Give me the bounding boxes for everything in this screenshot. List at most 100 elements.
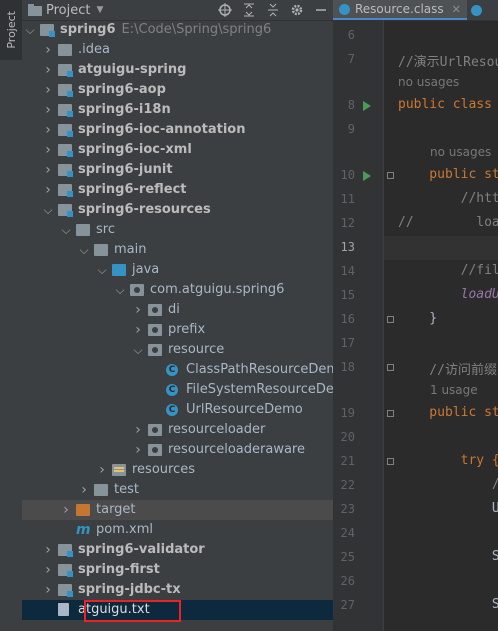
- minimize-icon[interactable]: [309, 0, 333, 20]
- tree-item[interactable]: › spring6-reflect: [22, 180, 333, 200]
- class-icon: C: [166, 404, 178, 416]
- chevron-right-icon[interactable]: ›: [42, 40, 54, 60]
- tree-item[interactable]: ⌵ com.atguigu.spring6: [22, 280, 333, 300]
- class-icon: C: [166, 384, 178, 396]
- code-line: 8 public class: [333, 94, 498, 118]
- tree-item[interactable]: C ClassPathResourceDemo: [22, 360, 333, 380]
- usage-hint-text[interactable]: 1 usage: [430, 383, 478, 397]
- tree-item-label: .idea: [78, 42, 110, 57]
- chevron-down-icon[interactable]: ⌵: [78, 240, 90, 260]
- tree-item[interactable]: › spring6-aop: [22, 80, 333, 100]
- chevron-right-icon[interactable]: ›: [132, 300, 144, 320]
- project-tool-tab[interactable]: Project: [0, 0, 22, 60]
- tree-item[interactable]: › resources: [22, 460, 333, 480]
- tab-next[interactable]: [467, 0, 486, 20]
- tree-item[interactable]: ⌵ resource: [22, 340, 333, 360]
- module-path: E:\Code\Spring\spring6: [121, 22, 272, 37]
- fold-icon[interactable]: [387, 316, 394, 323]
- chevron-down-icon[interactable]: ⌵: [114, 280, 126, 300]
- tree-item-label: spring6-ioc-xml: [78, 142, 192, 157]
- tree-item-label: prefix: [168, 322, 206, 337]
- tree-item[interactable]: ⌵ main: [22, 240, 333, 260]
- expand-all-icon[interactable]: [237, 0, 261, 20]
- code-line: 22 /: [333, 474, 498, 498]
- chevron-right-icon[interactable]: ›: [78, 480, 90, 500]
- usage-hint-text[interactable]: no usages: [430, 145, 491, 159]
- chevron-right-icon[interactable]: ›: [42, 160, 54, 180]
- chevron-right-icon[interactable]: ›: [42, 60, 54, 80]
- chevron-right-icon[interactable]: ›: [42, 80, 54, 100]
- tree-item[interactable]: › .idea: [22, 40, 333, 60]
- line-number: 23: [340, 502, 355, 516]
- tree-item[interactable]: ⌵ spring6-resources: [22, 200, 333, 220]
- tree-item-label: main: [114, 242, 147, 257]
- folder-icon: [58, 44, 72, 56]
- tree-item[interactable]: › resourceloaderaware: [22, 440, 333, 460]
- tree-item[interactable]: › spring-first: [22, 560, 333, 580]
- code-text: S: [398, 597, 498, 612]
- chevron-right-icon[interactable]: ›: [42, 560, 54, 580]
- fold-icon[interactable]: [387, 458, 394, 465]
- tree-item[interactable]: › spring6-i18n: [22, 100, 333, 120]
- tree-item[interactable]: ⌵ java: [22, 260, 333, 280]
- tree-item-label: spring6-aop: [78, 82, 166, 97]
- chevron-right-icon[interactable]: ›: [132, 320, 144, 340]
- fold-icon[interactable]: [387, 172, 394, 179]
- tree-item[interactable]: › spring6-validator: [22, 540, 333, 560]
- tree-item[interactable]: › resourceloader: [22, 420, 333, 440]
- module-folder-icon: [58, 184, 73, 197]
- tree-item[interactable]: ⌵ spring6 E:\Code\Spring\spring6: [22, 20, 333, 40]
- run-icon[interactable]: [363, 101, 371, 111]
- tree-item[interactable]: › prefix: [22, 320, 333, 340]
- tree-item[interactable]: › test: [22, 480, 333, 500]
- run-icon[interactable]: [363, 171, 371, 181]
- chevron-right-icon[interactable]: ›: [132, 420, 144, 440]
- chevron-right-icon[interactable]: ›: [42, 580, 54, 600]
- chevron-down-icon[interactable]: ▼: [96, 5, 103, 15]
- usage-hint-text[interactable]: no usages: [398, 75, 459, 89]
- tree-item[interactable]: C FileSystemResourceDemo: [22, 380, 333, 400]
- code-line: 13: [333, 236, 498, 260]
- tree-item[interactable]: › spring6-ioc-xml: [22, 140, 333, 160]
- tree-item[interactable]: › target: [22, 500, 333, 520]
- chevron-down-icon[interactable]: ⌵: [60, 220, 72, 240]
- code-text: loadU: [398, 287, 498, 302]
- tree-item[interactable]: › spring-jdbc-tx: [22, 580, 333, 600]
- chevron-right-icon[interactable]: ›: [42, 540, 54, 560]
- fold-icon[interactable]: [387, 410, 394, 417]
- package-icon: [148, 344, 162, 356]
- tree-item[interactable]: › di: [22, 300, 333, 320]
- selection-highlight-box: [84, 600, 181, 622]
- line-number: 16: [340, 312, 355, 326]
- collapse-all-icon[interactable]: [261, 0, 285, 20]
- close-icon[interactable]: ✕: [452, 3, 461, 16]
- tree-item[interactable]: m pom.xml: [22, 520, 333, 540]
- chevron-down-icon[interactable]: ⌵: [132, 340, 144, 360]
- panel-title[interactable]: Project: [46, 3, 90, 18]
- chevron-right-icon[interactable]: ›: [96, 460, 108, 480]
- gear-icon[interactable]: [285, 0, 309, 20]
- tree-item-label: spring-first: [78, 562, 160, 577]
- chevron-down-icon[interactable]: ⌵: [42, 200, 54, 220]
- usage-hint: no usages: [333, 142, 498, 164]
- chevron-right-icon[interactable]: ›: [42, 140, 54, 160]
- tree-item[interactable]: C UrlResourceDemo: [22, 400, 333, 420]
- tree-item[interactable]: ⌵ src: [22, 220, 333, 240]
- tree-item[interactable]: › spring6-junit: [22, 160, 333, 180]
- tree-item[interactable]: › atguigu-spring: [22, 60, 333, 80]
- chevron-right-icon[interactable]: ›: [42, 100, 54, 120]
- locate-icon[interactable]: [213, 0, 237, 20]
- chevron-down-icon[interactable]: ⌵: [24, 20, 36, 40]
- chevron-down-icon[interactable]: ⌵: [96, 260, 108, 280]
- line-number: 7: [347, 52, 355, 66]
- chevron-right-icon[interactable]: ›: [42, 180, 54, 200]
- chevron-right-icon[interactable]: ›: [42, 120, 54, 140]
- code-text: public st: [398, 167, 498, 182]
- chevron-right-icon[interactable]: ›: [132, 440, 144, 460]
- tree-item[interactable]: › spring6-ioc-annotation: [22, 120, 333, 140]
- tab-resource-class[interactable]: Resource.class ✕: [333, 0, 467, 20]
- excluded-folder-icon: [76, 504, 90, 516]
- code-text: public class: [398, 97, 492, 112]
- fold-icon[interactable]: [387, 364, 394, 371]
- chevron-right-icon[interactable]: ›: [60, 500, 72, 520]
